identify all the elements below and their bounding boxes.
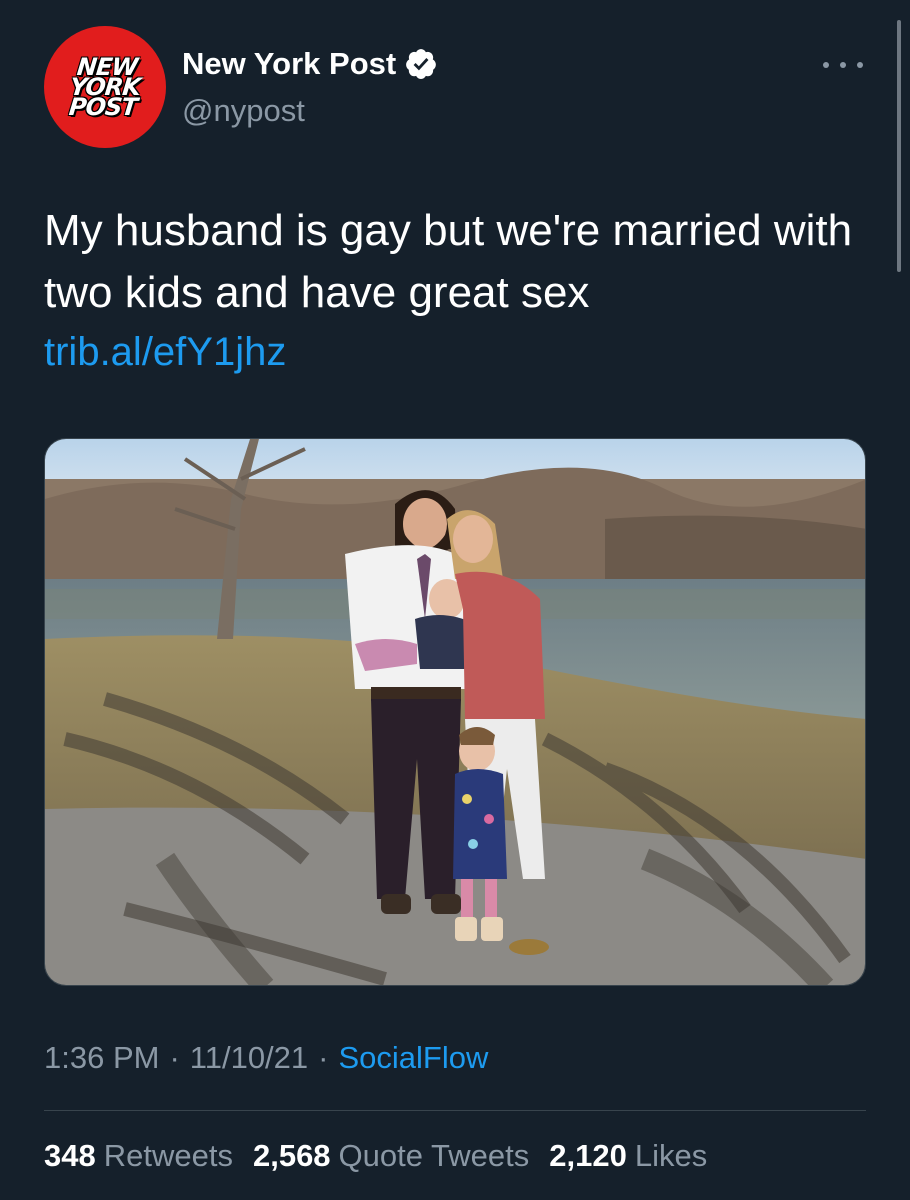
retweets-label: Retweets	[103, 1138, 233, 1173]
family-photo-image	[45, 439, 865, 985]
dot-icon	[857, 62, 863, 68]
divider	[44, 1110, 866, 1111]
scrollbar[interactable]	[897, 20, 901, 272]
handle[interactable]: @nypost	[182, 93, 305, 129]
quote-tweets-stat[interactable]: 2,568 Quote Tweets	[253, 1138, 529, 1174]
meta-separator: ·	[318, 1040, 329, 1075]
author-name-row[interactable]: New York Post	[182, 46, 438, 82]
likes-stat[interactable]: 2,120 Likes	[549, 1138, 707, 1174]
quote-tweets-count: 2,568	[252, 1138, 331, 1173]
quote-tweets-label: Quote Tweets	[338, 1138, 530, 1173]
retweets-count: 348	[44, 1138, 96, 1173]
tweet-date[interactable]: 11/10/21	[190, 1040, 308, 1076]
more-options-icon[interactable]	[823, 52, 863, 78]
logo-line-3: POST	[67, 93, 139, 121]
likes-count: 2,120	[549, 1138, 627, 1173]
retweets-stat[interactable]: 348 Retweets	[44, 1138, 233, 1174]
tweet-meta: 1:36 PM · 11/10/21 · SocialFlow	[44, 1040, 488, 1076]
tweet-source-link[interactable]: SocialFlow	[338, 1040, 488, 1076]
nypost-logo: NEW YORK POST	[67, 53, 143, 121]
engagement-stats: 348 Retweets 2,568 Quote Tweets 2,120 Likes	[44, 1138, 727, 1174]
avatar[interactable]: NEW YORK POST	[44, 26, 166, 148]
verified-badge-icon	[406, 49, 437, 80]
tweet-text: My husband is gay but we're married with…	[44, 206, 853, 317]
likes-label: Likes	[634, 1138, 708, 1173]
dot-icon	[823, 62, 829, 68]
tweet-link[interactable]: trib.al/efY1jhz	[44, 330, 286, 375]
meta-separator: ·	[169, 1040, 180, 1075]
display-name[interactable]: New York Post	[182, 46, 396, 82]
tweet-time[interactable]: 1:36 PM	[44, 1040, 159, 1076]
tweet-photo[interactable]	[44, 438, 866, 986]
dot-icon	[840, 62, 846, 68]
